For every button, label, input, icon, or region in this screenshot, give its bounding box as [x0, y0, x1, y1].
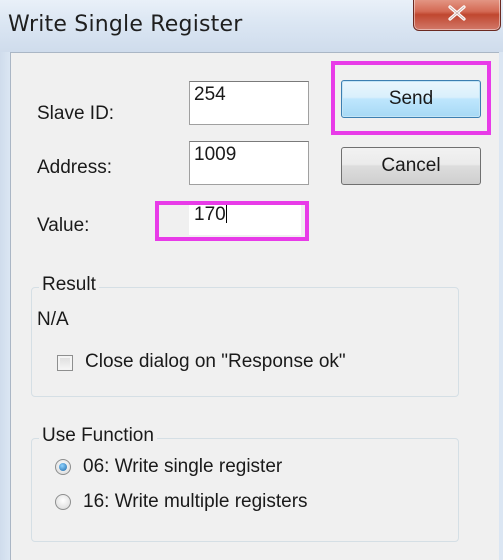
radio-write-multiple-registers[interactable] — [55, 494, 71, 510]
use-function-group-title: Use Function — [39, 425, 157, 447]
slave-id-value: 254 — [194, 84, 226, 105]
use-function-groupbox — [31, 438, 459, 542]
result-groupbox — [31, 287, 459, 397]
close-button[interactable] — [413, 0, 501, 31]
slave-id-label: Slave ID: — [37, 103, 115, 124]
window-frame-left — [0, 52, 10, 560]
write-single-register-dialog: Write Single Register Slave ID: 254 Addr… — [0, 0, 503, 560]
slave-id-field[interactable]: 254 — [189, 81, 309, 125]
value-label: Value: — [37, 215, 90, 236]
text-caret — [225, 204, 227, 223]
close-on-response-checkbox[interactable] — [57, 355, 73, 371]
result-text: N/A — [37, 309, 69, 330]
radio-write-single-register[interactable] — [55, 459, 71, 475]
cancel-button[interactable]: Cancel — [341, 147, 481, 185]
radio-write-single-register-label[interactable]: 06: Write single register — [83, 456, 282, 478]
address-value: 1009 — [194, 144, 237, 165]
value-field-value: 170 — [194, 204, 226, 225]
dialog-body: Slave ID: 254 Address: 1009 Value: 170 S… — [10, 52, 499, 560]
radio-write-multiple-registers-label[interactable]: 16: Write multiple registers — [83, 491, 308, 513]
result-group-title: Result — [39, 274, 99, 296]
close-on-response-label[interactable]: Close dialog on "Response ok" — [85, 351, 346, 373]
address-label: Address: — [37, 157, 112, 178]
window-title: Write Single Register — [8, 12, 243, 37]
title-bar[interactable]: Write Single Register — [0, 0, 503, 52]
address-field[interactable]: 1009 — [189, 141, 309, 185]
send-button[interactable]: Send — [341, 80, 481, 118]
value-field[interactable]: 170 — [189, 201, 301, 235]
